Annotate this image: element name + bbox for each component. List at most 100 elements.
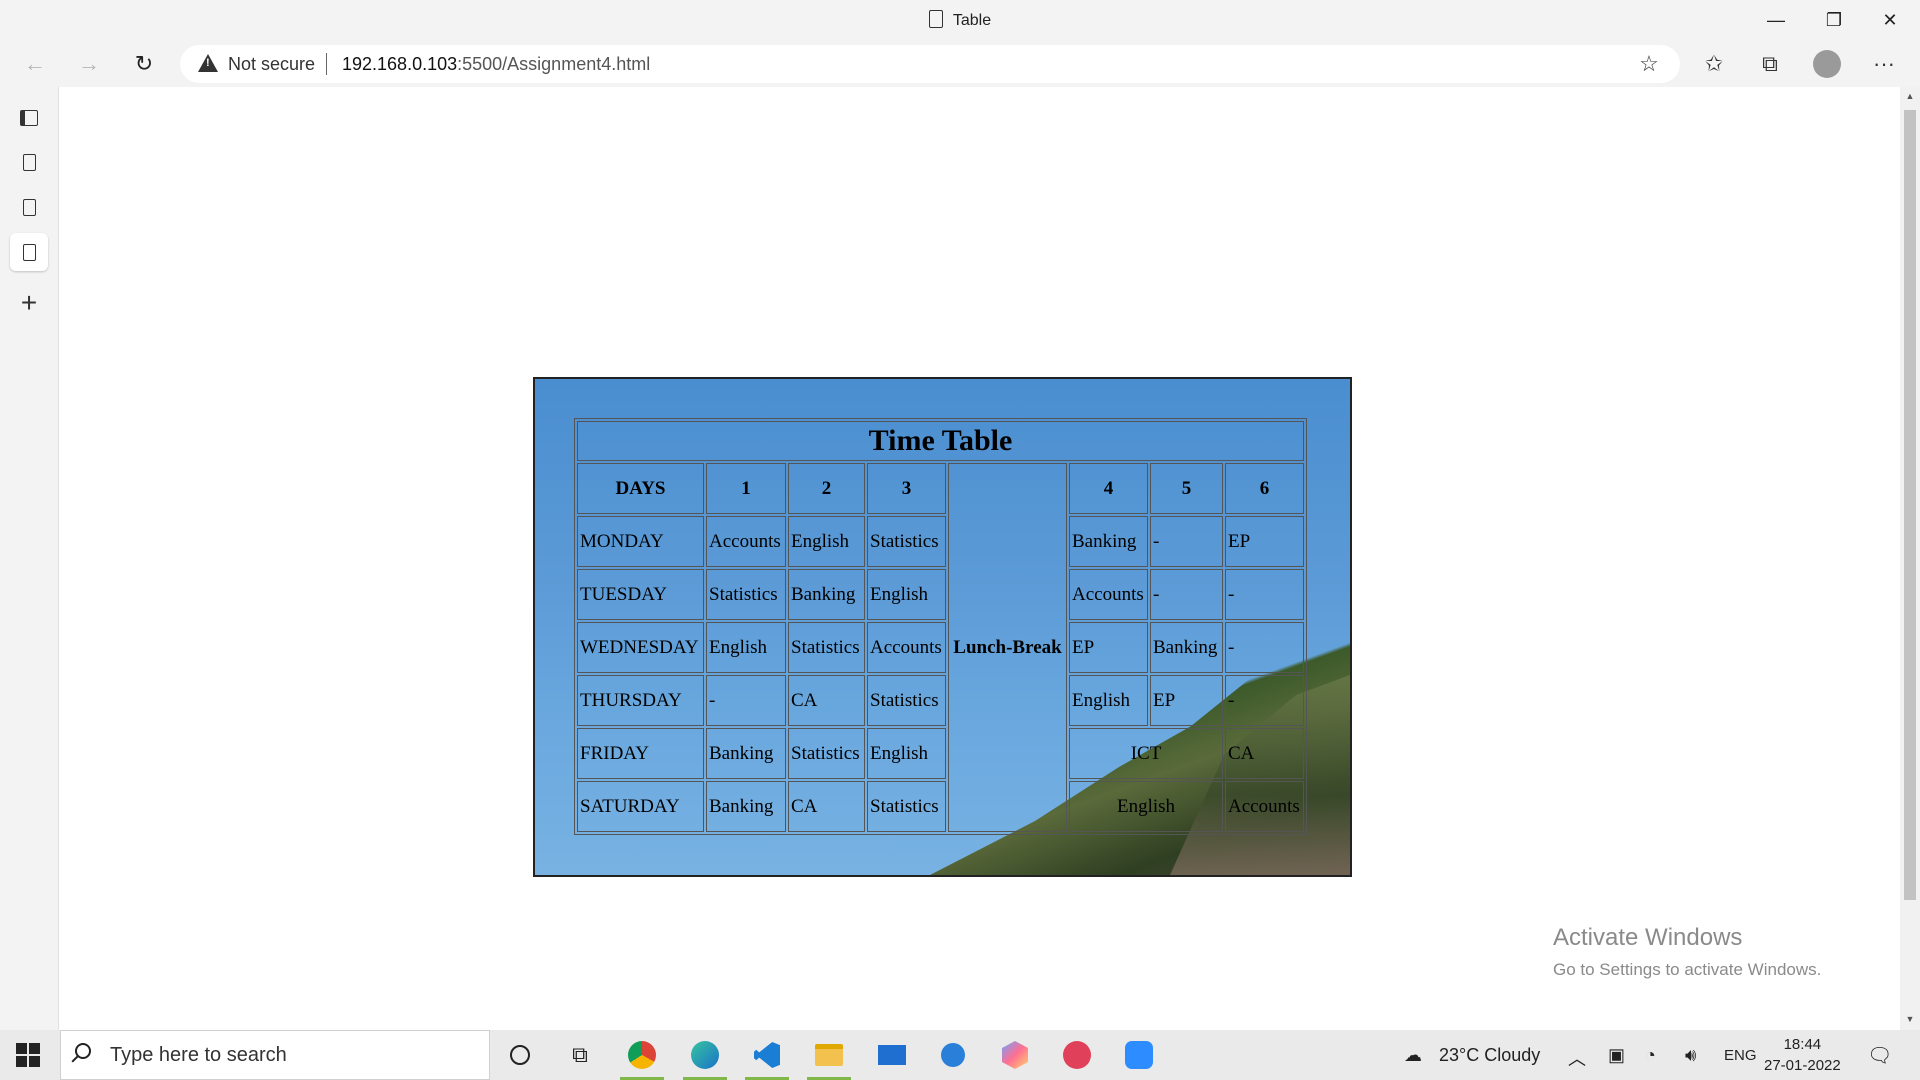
window-title: Table — [0, 10, 1920, 30]
hexagon-icon — [1002, 1041, 1028, 1069]
settings-menu-button[interactable]: ··· — [1865, 45, 1903, 83]
clock[interactable]: 18:44 27-01-2022 — [1764, 1034, 1841, 1076]
folder-icon — [815, 1044, 843, 1066]
taskbar-app-hex[interactable] — [987, 1030, 1043, 1080]
scroll-thumb[interactable] — [1904, 110, 1916, 900]
minimize-button[interactable]: — — [1748, 0, 1804, 41]
meet-now-icon[interactable]: ▣ — [1608, 1045, 1625, 1066]
task-view-icon: ⧉ — [572, 1042, 588, 1067]
table-cell: - — [1150, 516, 1223, 567]
table-cell: Banking — [788, 569, 865, 620]
refresh-button[interactable]: ↻ — [125, 45, 163, 83]
windows-logo-icon — [16, 1043, 27, 1054]
day-cell: FRIDAY — [577, 728, 704, 779]
show-hidden-icons-button[interactable]: ︿ — [1568, 1045, 1586, 1071]
scroll-down-icon[interactable]: ▼ — [1904, 1014, 1916, 1024]
table-cell: CA — [1225, 728, 1304, 779]
taskbar-zoom[interactable] — [1111, 1030, 1167, 1080]
table-row: FRIDAY Banking Statistics English ICT CA — [577, 728, 1304, 779]
search-placeholder: Type here to search — [110, 1044, 287, 1066]
avatar-icon — [1813, 50, 1841, 78]
favorites-button[interactable]: ✩ — [1695, 45, 1733, 83]
tab-active-table[interactable] — [10, 233, 48, 271]
task-view-button[interactable]: ⧉ — [552, 1030, 608, 1080]
day-cell: WEDNESDAY — [577, 622, 704, 673]
warning-icon — [198, 54, 218, 72]
cortana-button[interactable] — [492, 1030, 548, 1080]
restore-button[interactable]: ❐ — [1806, 0, 1862, 41]
page-scrollbar[interactable]: ▲ ▼ — [1900, 87, 1920, 1030]
add-favorite-icon[interactable]: ☆ — [1630, 45, 1668, 83]
back-button[interactable]: ← — [16, 45, 54, 83]
forward-button[interactable]: → — [70, 45, 108, 83]
timetable-caption: Time Table — [577, 421, 1304, 461]
taskbar-vscode[interactable] — [739, 1030, 795, 1080]
taskbar-mail[interactable] — [864, 1030, 920, 1080]
weather-icon[interactable]: ☁ — [1404, 1045, 1422, 1066]
table-cell: Banking — [1069, 516, 1148, 567]
new-tab-button[interactable]: + — [10, 284, 48, 322]
header-period-1: 1 — [706, 463, 786, 514]
taskbar: Type here to search ⧉ ☁ 23°C Cloudy ︿ ▣ … — [0, 1030, 1920, 1080]
taskbar-edge[interactable] — [677, 1030, 733, 1080]
profile-button[interactable] — [1808, 45, 1846, 83]
language-indicator[interactable]: ENG — [1724, 1047, 1757, 1064]
table-cell-merged: English — [1069, 781, 1223, 832]
tabs-icon — [20, 110, 38, 126]
table-row: SATURDAY Banking CA Statistics English A… — [577, 781, 1304, 832]
vertical-tabs-sidebar: + — [0, 87, 59, 1030]
watermark-subtitle: Go to Settings to activate Windows. — [1553, 960, 1822, 979]
collections-button[interactable]: ⧉ — [1751, 45, 1789, 83]
tab-actions-button[interactable] — [10, 99, 48, 137]
chrome-icon — [628, 1041, 656, 1069]
start-button[interactable] — [16, 1043, 40, 1067]
scroll-up-icon[interactable]: ▲ — [1904, 91, 1916, 101]
close-button[interactable]: ✕ — [1862, 0, 1918, 41]
taskbar-file-explorer[interactable] — [801, 1030, 857, 1080]
volume-icon[interactable]: 🔊︎ — [1685, 1045, 1696, 1066]
table-cell: English — [867, 569, 946, 620]
tab-1[interactable] — [10, 143, 48, 181]
table-row: THURSDAY - CA Statistics English EP - — [577, 675, 1304, 726]
table-cell: - — [1150, 569, 1223, 620]
table-cell: - — [1225, 569, 1304, 620]
windows-logo-icon — [29, 1056, 40, 1067]
table-cell: - — [1225, 675, 1304, 726]
tab-2[interactable] — [10, 188, 48, 226]
window-title-text: Table — [952, 12, 992, 29]
forward-arrow-icon: → — [78, 51, 100, 76]
table-cell-merged: ICT — [1069, 728, 1223, 779]
network-icon[interactable]: ◔ — [1645, 1045, 1656, 1066]
table-cell: English — [788, 516, 865, 567]
header-period-4: 4 — [1069, 463, 1148, 514]
table-cell: Statistics — [867, 675, 946, 726]
page-icon — [22, 243, 36, 261]
taskbar-chrome[interactable] — [614, 1030, 670, 1080]
day-cell: TUESDAY — [577, 569, 704, 620]
taskbar-search-box[interactable]: Type here to search — [60, 1030, 490, 1080]
star-plus-icon: ☆ — [1639, 51, 1659, 76]
minimize-icon: — — [1767, 10, 1785, 30]
url-text[interactable]: 192.168.0.103:5500/Assignment4.html — [342, 54, 650, 75]
header-row: DAYS 1 2 3 Lunch-Break 4 5 6 — [577, 463, 1304, 832]
lunch-break-cell: Lunch-Break — [948, 463, 1067, 832]
watermark-title: Activate Windows — [1553, 924, 1743, 951]
table-cell: Accounts — [1225, 781, 1304, 832]
table-cell: Banking — [706, 781, 786, 832]
table-cell: CA — [788, 675, 865, 726]
weather-text[interactable]: 23°C Cloudy — [1439, 1045, 1540, 1066]
table-cell: EP — [1225, 516, 1304, 567]
mail-icon — [878, 1045, 906, 1065]
taskbar-app-pink[interactable] — [1049, 1030, 1105, 1080]
restore-icon: ❐ — [1825, 10, 1843, 30]
favorites-icon: ✩ — [1704, 51, 1724, 76]
address-bar[interactable]: Not secure 192.168.0.103:5500/Assignment… — [180, 45, 1680, 83]
table-cell: Statistics — [788, 622, 865, 673]
security-label[interactable]: Not secure — [228, 54, 315, 75]
table-cell: Accounts — [1069, 569, 1148, 620]
taskbar-app-blue[interactable] — [925, 1030, 981, 1080]
windows-logo-icon — [29, 1043, 40, 1054]
notifications-icon[interactable]: 🗨︎ — [1867, 1043, 1892, 1068]
table-cell: Statistics — [867, 781, 946, 832]
back-arrow-icon: ← — [24, 51, 46, 76]
